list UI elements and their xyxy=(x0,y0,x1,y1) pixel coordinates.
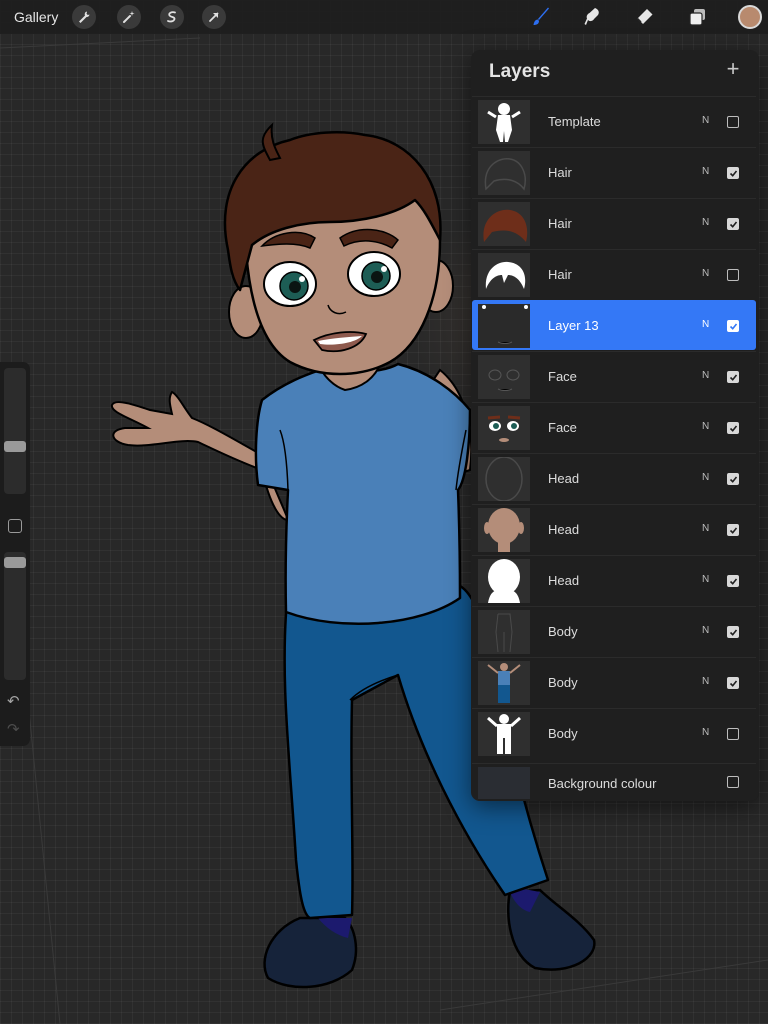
blend-mode-button[interactable]: N xyxy=(702,319,709,330)
blend-mode-button[interactable]: N xyxy=(702,115,709,126)
layer-row[interactable]: Head N xyxy=(472,453,756,503)
layer-thumbnail xyxy=(478,253,530,297)
visibility-checkbox[interactable] xyxy=(727,269,739,281)
layer-row[interactable]: Body N xyxy=(472,708,756,758)
layer-thumbnail xyxy=(478,457,530,501)
layer-row[interactable]: Face N xyxy=(472,351,756,401)
layer-name: Head xyxy=(548,522,580,537)
layer-name: Hair xyxy=(548,216,572,231)
layer-name: Body xyxy=(548,624,578,639)
visibility-checkbox[interactable] xyxy=(727,677,739,689)
blend-mode-button[interactable]: N xyxy=(702,268,709,279)
layer-thumbnail xyxy=(478,406,530,450)
layer-row[interactable]: Hair N xyxy=(472,249,756,299)
eraser-icon[interactable] xyxy=(630,4,658,30)
visibility-checkbox[interactable] xyxy=(727,371,739,383)
layer-name: Template xyxy=(548,114,601,129)
visibility-checkbox[interactable] xyxy=(727,524,739,536)
layer-thumbnail xyxy=(478,767,530,799)
layer-row[interactable]: Hair N xyxy=(472,147,756,197)
blend-mode-button[interactable]: N xyxy=(702,217,709,228)
layer-thumbnail xyxy=(478,559,530,603)
top-toolbar: Gallery xyxy=(0,0,768,34)
layer-thumbnail xyxy=(478,304,530,348)
shirt xyxy=(254,362,472,625)
visibility-checkbox[interactable] xyxy=(727,473,739,485)
blend-mode-button[interactable]: N xyxy=(702,421,709,432)
layer-row[interactable]: Hair N xyxy=(472,198,756,248)
layer-thumbnail xyxy=(478,100,530,144)
visibility-checkbox[interactable] xyxy=(727,575,739,587)
background-colour-layer[interactable]: Background colour xyxy=(472,763,756,801)
blend-mode-button[interactable]: N xyxy=(702,370,709,381)
blend-mode-button[interactable]: N xyxy=(702,523,709,534)
gallery-button[interactable]: Gallery xyxy=(14,9,58,25)
layers-panel: Layers + Template N Hair N Hair N Hair N Layer 1… xyxy=(471,50,759,801)
wrench-icon[interactable] xyxy=(72,5,96,29)
layer-name: Layer 13 xyxy=(548,318,599,333)
visibility-checkbox[interactable] xyxy=(727,626,739,638)
layer-name: Body xyxy=(548,726,578,741)
layer-row[interactable]: Head N xyxy=(472,504,756,554)
smudge-icon[interactable] xyxy=(578,4,606,30)
blend-mode-button[interactable]: N xyxy=(702,625,709,636)
layer-name: Head xyxy=(548,471,580,486)
visibility-checkbox[interactable] xyxy=(727,776,739,788)
visibility-checkbox[interactable] xyxy=(727,116,739,128)
layer-row[interactable]: Head N xyxy=(472,555,756,605)
brush-icon[interactable] xyxy=(527,4,555,30)
layer-row[interactable]: Body N xyxy=(472,657,756,707)
layer-name: Face xyxy=(548,420,577,435)
visibility-checkbox[interactable] xyxy=(727,218,739,230)
opacity-thumb[interactable] xyxy=(4,557,26,569)
layer-thumbnail xyxy=(478,355,530,399)
layer-row[interactable]: Layer 13 N xyxy=(472,300,756,350)
layer-thumbnail xyxy=(478,610,530,654)
side-toolbar: ↶ ↷ xyxy=(0,362,30,746)
magic-wand-icon[interactable] xyxy=(117,5,141,29)
layer-thumbnail xyxy=(478,202,530,246)
layer-name: Body xyxy=(548,675,578,690)
brush-size-thumb[interactable] xyxy=(4,441,26,453)
layer-name: Head xyxy=(548,573,580,588)
add-layer-button[interactable]: + xyxy=(721,56,745,82)
blend-mode-button[interactable]: N xyxy=(702,727,709,738)
visibility-checkbox[interactable] xyxy=(727,422,739,434)
selection-icon[interactable] xyxy=(160,5,184,29)
layers-icon[interactable] xyxy=(683,4,711,30)
layer-row[interactable]: Body N xyxy=(472,606,756,656)
visibility-checkbox[interactable] xyxy=(727,728,739,740)
undo-icon[interactable]: ↶ xyxy=(7,692,20,710)
current-color-swatch[interactable] xyxy=(738,5,762,29)
layer-thumbnail xyxy=(478,712,530,756)
blend-mode-button[interactable]: N xyxy=(702,676,709,687)
layer-thumbnail xyxy=(478,508,530,552)
layer-row[interactable]: Face N xyxy=(472,402,756,452)
blend-mode-button[interactable]: N xyxy=(702,166,709,177)
redo-icon[interactable]: ↷ xyxy=(7,720,20,738)
brush-size-slider[interactable] xyxy=(4,368,26,494)
visibility-checkbox[interactable] xyxy=(727,167,739,179)
layer-name: Hair xyxy=(548,267,572,282)
blend-mode-button[interactable]: N xyxy=(702,472,709,483)
layer-thumbnail xyxy=(478,661,530,705)
layer-name: Background colour xyxy=(548,776,657,791)
layer-row[interactable]: Template N xyxy=(472,96,756,146)
opacity-slider[interactable] xyxy=(4,552,26,680)
visibility-checkbox[interactable] xyxy=(727,320,739,332)
modify-button[interactable] xyxy=(8,519,22,533)
layer-name: Hair xyxy=(548,165,572,180)
layers-title: Layers xyxy=(489,61,551,82)
blend-mode-button[interactable]: N xyxy=(702,574,709,585)
layer-thumbnail xyxy=(478,151,530,195)
transform-arrow-icon[interactable] xyxy=(202,5,226,29)
layer-name: Face xyxy=(548,369,577,384)
